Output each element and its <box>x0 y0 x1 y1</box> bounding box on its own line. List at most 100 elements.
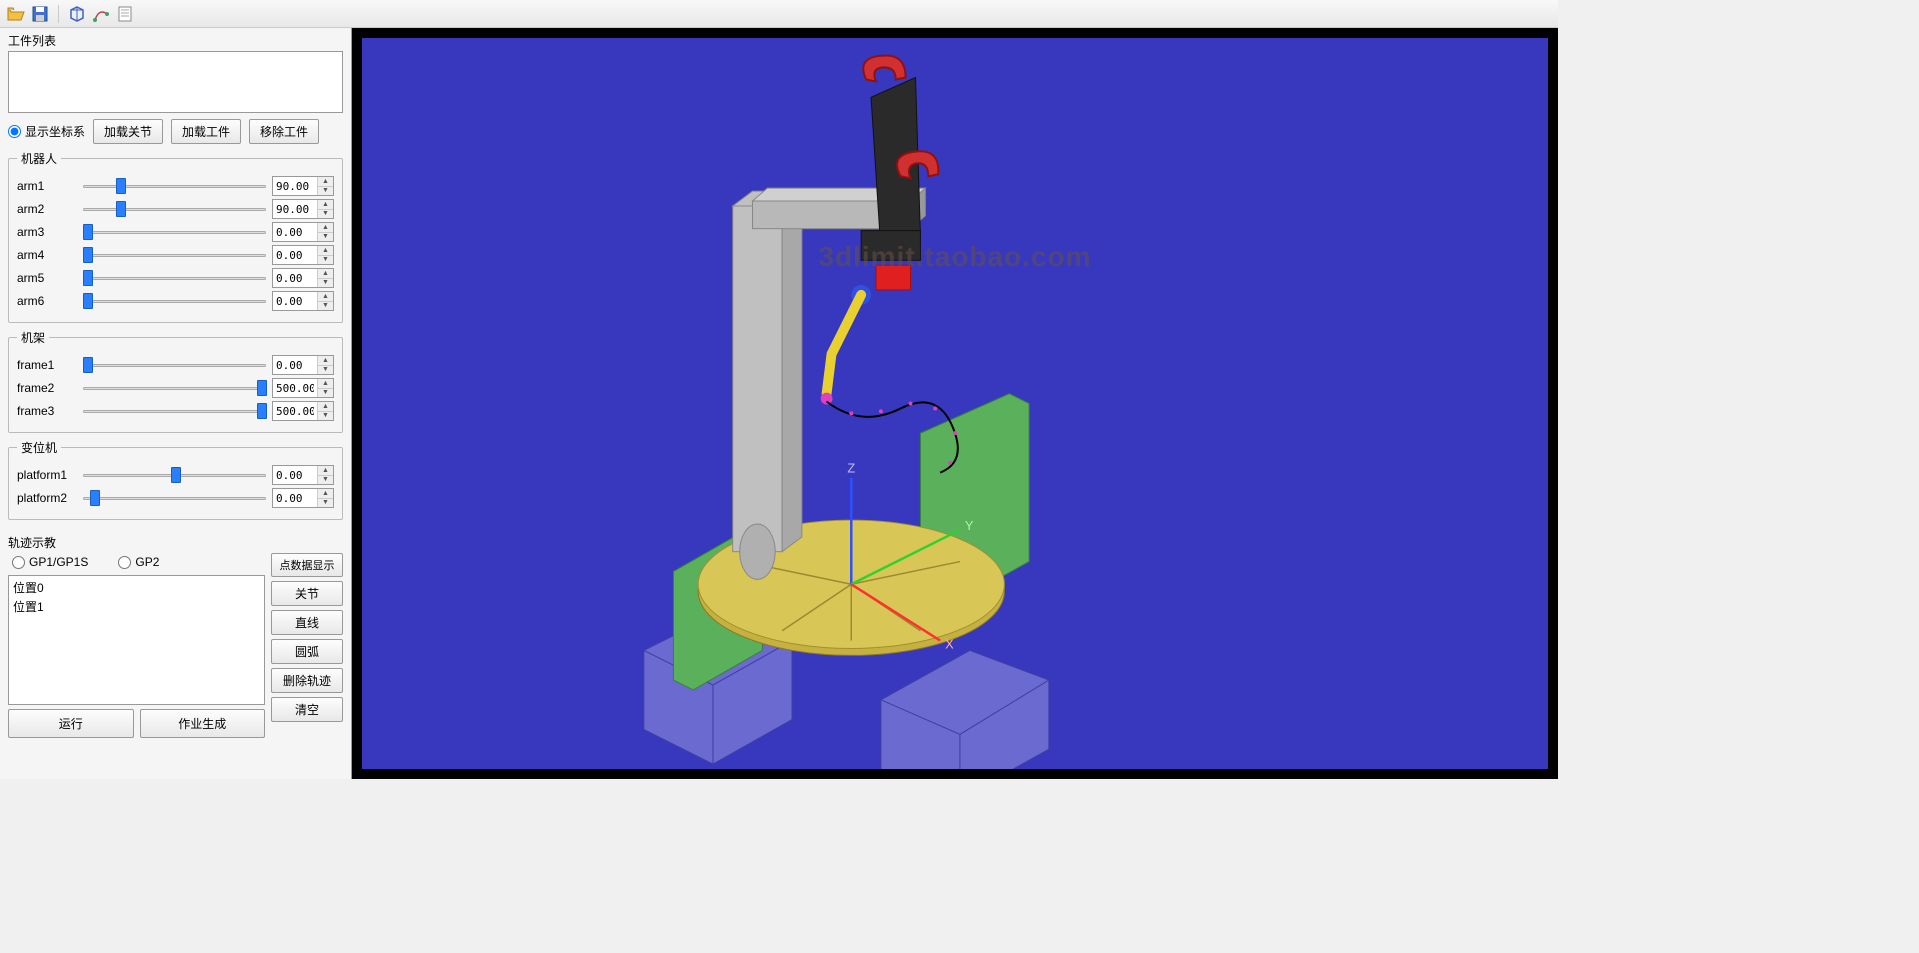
spin-down-icon[interactable]: ▼ <box>318 302 333 311</box>
gp1-radio[interactable]: GP1/GP1S <box>12 555 88 569</box>
path-icon[interactable] <box>91 4 111 24</box>
spin-up-icon[interactable]: ▲ <box>318 292 333 302</box>
frame-label: frame2 <box>17 381 77 395</box>
frame-label: frame1 <box>17 358 77 372</box>
frame-spinner[interactable]: ▲▼ <box>272 355 334 375</box>
remove-work-button[interactable]: 移除工件 <box>249 119 319 144</box>
main-toolbar <box>0 0 1558 28</box>
line-button[interactable]: 直线 <box>271 610 343 635</box>
frame-label: frame3 <box>17 404 77 418</box>
delete-traj-button[interactable]: 删除轨迹 <box>271 668 343 693</box>
load-joint-button[interactable]: 加载关节 <box>93 119 163 144</box>
platform-slider[interactable] <box>83 489 266 507</box>
gp2-radio[interactable]: GP2 <box>118 555 159 569</box>
arm-spinner[interactable]: ▲▼ <box>272 268 334 288</box>
spin-up-icon[interactable]: ▲ <box>318 402 333 412</box>
spin-down-icon[interactable]: ▼ <box>318 389 333 398</box>
show-points-button[interactable]: 点数据显示 <box>271 553 343 577</box>
arm-row-2: arm3 ▲▼ <box>17 222 334 242</box>
svg-text:Y: Y <box>965 518 974 533</box>
spin-up-icon[interactable]: ▲ <box>318 269 333 279</box>
spin-down-icon[interactable]: ▼ <box>318 279 333 288</box>
teach-title: 轨迹示教 <box>8 534 343 551</box>
spin-down-icon[interactable]: ▼ <box>318 187 333 196</box>
frame-slider[interactable] <box>83 379 266 397</box>
spin-up-icon[interactable]: ▲ <box>318 489 333 499</box>
frame-spinner[interactable]: ▲▼ <box>272 378 334 398</box>
arm-slider[interactable] <box>83 269 266 287</box>
frame-slider[interactable] <box>83 402 266 420</box>
spin-down-icon[interactable]: ▼ <box>318 476 333 485</box>
arm-slider[interactable] <box>83 200 266 218</box>
svg-text:Z: Z <box>847 461 855 476</box>
spin-down-icon[interactable]: ▼ <box>318 233 333 242</box>
svg-text:X: X <box>945 636 954 651</box>
arm-label: arm2 <box>17 202 77 216</box>
save-icon[interactable] <box>30 4 50 24</box>
generate-button[interactable]: 作业生成 <box>140 709 266 738</box>
spin-up-icon[interactable]: ▲ <box>318 379 333 389</box>
arm-label: arm6 <box>17 294 77 308</box>
arm-spinner[interactable]: ▲▼ <box>272 222 334 242</box>
model-icon[interactable] <box>67 4 87 24</box>
arm-spinner[interactable]: ▲▼ <box>272 245 334 265</box>
3d-viewport[interactable]: Z Y X 3dlimit.taobao.com <box>362 38 1548 769</box>
arm-slider[interactable] <box>83 246 266 264</box>
spin-up-icon[interactable]: ▲ <box>318 177 333 187</box>
viewport-container: Z Y X 3dlimit.taobao.com <box>352 28 1558 779</box>
robot-scene: Z Y X <box>362 38 1548 769</box>
arm-label: arm4 <box>17 248 77 262</box>
position-item[interactable]: 位置0 <box>13 578 260 597</box>
workpiece-listbox[interactable] <box>8 51 343 113</box>
load-work-button[interactable]: 加载工件 <box>171 119 241 144</box>
run-button[interactable]: 运行 <box>8 709 134 738</box>
arm-row-5: arm6 ▲▼ <box>17 291 334 311</box>
frame-row-0: frame1 ▲▼ <box>17 355 334 375</box>
arm-spinner[interactable]: ▲▼ <box>272 291 334 311</box>
joint-button[interactable]: 关节 <box>271 581 343 606</box>
arm-label: arm5 <box>17 271 77 285</box>
clear-button[interactable]: 清空 <box>271 697 343 722</box>
frame-spinner[interactable]: ▲▼ <box>272 401 334 421</box>
doc-icon[interactable] <box>115 4 135 24</box>
platform-spinner[interactable]: ▲▼ <box>272 488 334 508</box>
spin-up-icon[interactable]: ▲ <box>318 246 333 256</box>
arm-slider[interactable] <box>83 177 266 195</box>
platform-row-0: platform1 ▲▼ <box>17 465 334 485</box>
control-panel: 工件列表 显示坐标系 加载关节 加载工件 移除工件 机器人 arm1 <box>0 28 352 779</box>
arm-label: arm1 <box>17 179 77 193</box>
frame-row-1: frame2 ▲▼ <box>17 378 334 398</box>
arm-slider[interactable] <box>83 292 266 310</box>
arc-button[interactable]: 圆弧 <box>271 639 343 664</box>
frame-group: 机架 frame1 ▲▼ frame2 ▲▼ frame3 ▲▼ <box>8 329 343 433</box>
spin-up-icon[interactable]: ▲ <box>318 466 333 476</box>
show-coord-radio[interactable]: 显示坐标系 <box>8 123 85 140</box>
spin-up-icon[interactable]: ▲ <box>318 356 333 366</box>
position-list[interactable]: 位置0位置1 <box>8 575 265 705</box>
platform-slider[interactable] <box>83 466 266 484</box>
spin-down-icon[interactable]: ▼ <box>318 210 333 219</box>
open-icon[interactable] <box>6 4 26 24</box>
position-item[interactable]: 位置1 <box>13 597 260 616</box>
workpiece-list-label: 工件列表 <box>8 32 343 49</box>
spin-down-icon[interactable]: ▼ <box>318 366 333 375</box>
frame-slider[interactable] <box>83 356 266 374</box>
spin-down-icon[interactable]: ▼ <box>318 256 333 265</box>
arm-label: arm3 <box>17 225 77 239</box>
arm-spinner[interactable]: ▲▼ <box>272 199 334 219</box>
arm-spinner[interactable]: ▲▼ <box>272 176 334 196</box>
arm-row-0: arm1 ▲▼ <box>17 176 334 196</box>
spin-up-icon[interactable]: ▲ <box>318 223 333 233</box>
platform-group: 变位机 platform1 ▲▼ platform2 ▲▼ <box>8 439 343 520</box>
platform-spinner[interactable]: ▲▼ <box>272 465 334 485</box>
arm-slider[interactable] <box>83 223 266 241</box>
platform-label: platform2 <box>17 491 77 505</box>
spin-down-icon[interactable]: ▼ <box>318 412 333 421</box>
robot-group: 机器人 arm1 ▲▼ arm2 ▲▼ arm3 ▲▼ <box>8 150 343 323</box>
spin-up-icon[interactable]: ▲ <box>318 200 333 210</box>
platform-row-1: platform2 ▲▼ <box>17 488 334 508</box>
arm-row-3: arm4 ▲▼ <box>17 245 334 265</box>
frame-row-2: frame3 ▲▼ <box>17 401 334 421</box>
spin-down-icon[interactable]: ▼ <box>318 499 333 508</box>
platform-label: platform1 <box>17 468 77 482</box>
